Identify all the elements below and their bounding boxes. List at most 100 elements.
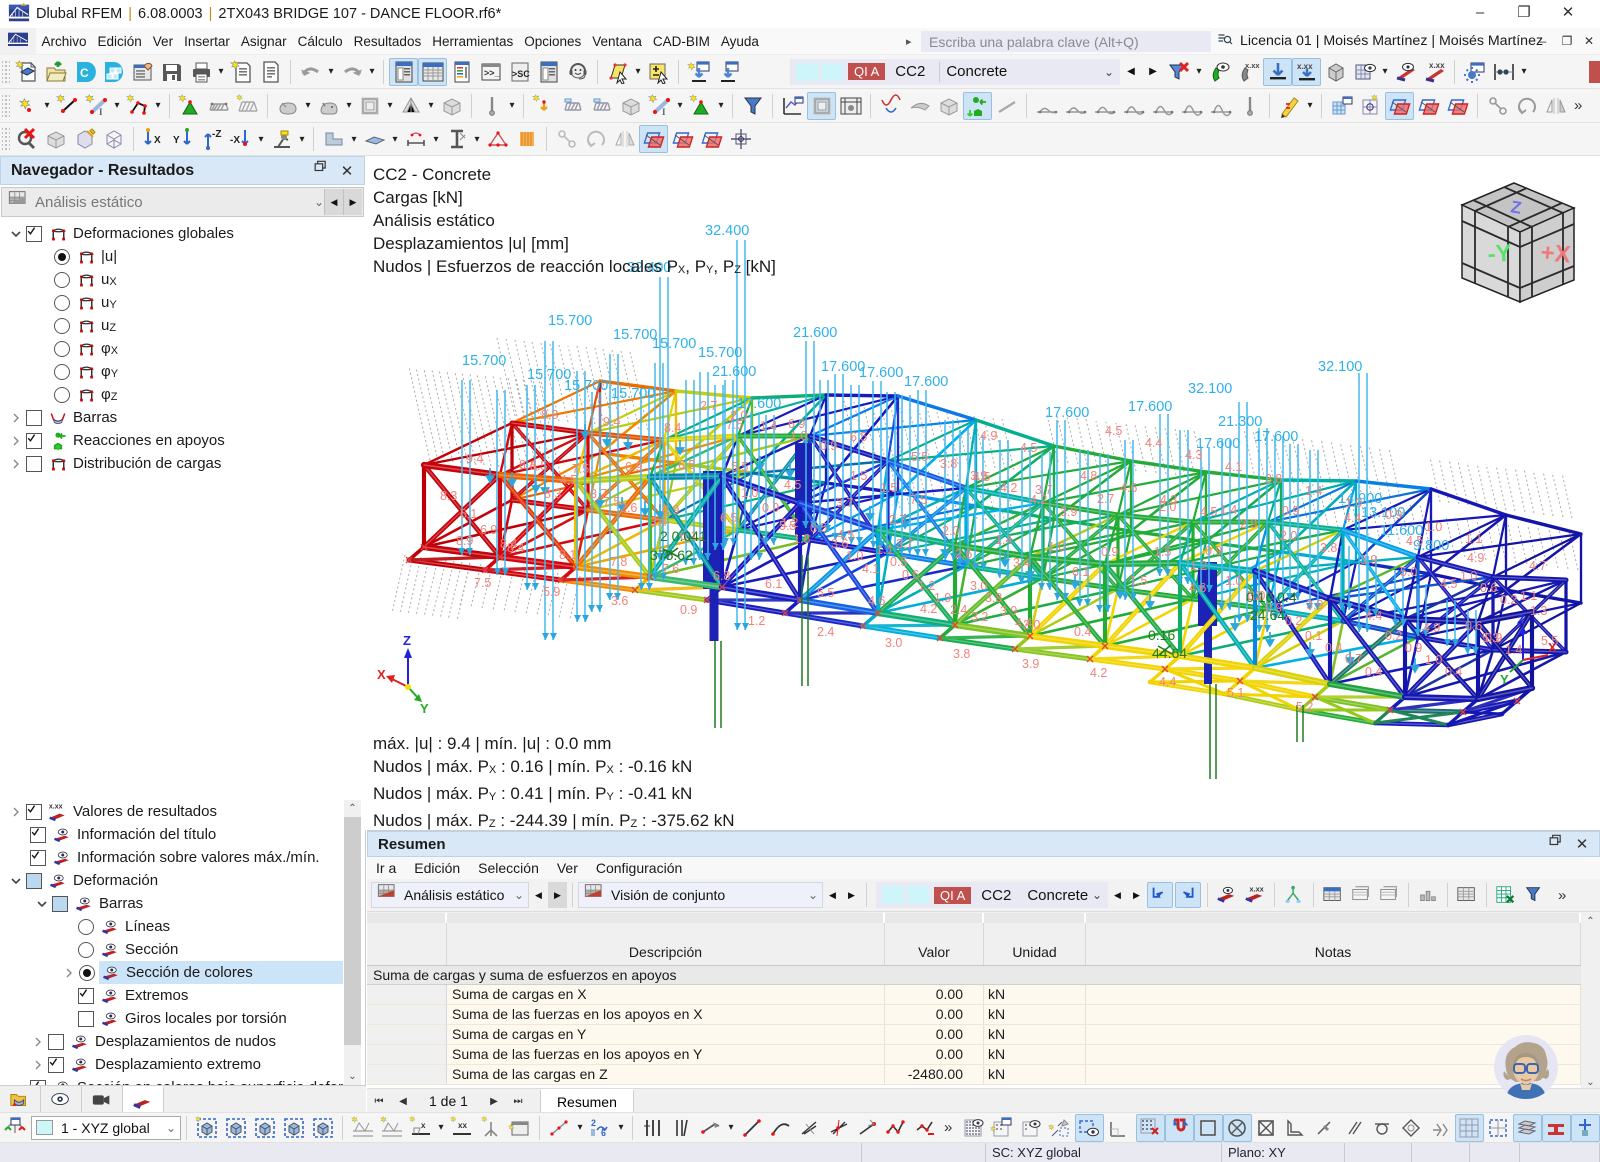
svg-text:1.4: 1.4	[1220, 503, 1237, 517]
svg-text:0.9: 0.9	[820, 439, 837, 453]
svg-text:0.9: 0.9	[1101, 545, 1118, 559]
svg-text:24.64: 24.64	[1250, 607, 1285, 623]
svg-text:0.9: 0.9	[1485, 631, 1502, 645]
svg-text:3.0: 3.0	[885, 636, 902, 650]
svg-text:1.0: 1.0	[1460, 569, 1477, 583]
svg-text:2.4: 2.4	[950, 603, 967, 617]
svg-text:1.4: 1.4	[1305, 484, 1322, 498]
svg-text:3.4: 3.4	[650, 515, 667, 529]
svg-text:6.8: 6.8	[713, 569, 730, 583]
svg-text:8.3: 8.3	[544, 487, 561, 501]
svg-text:0.2: 0.2	[1385, 629, 1402, 643]
svg-text:0.7: 0.7	[1345, 652, 1362, 666]
svg-text:4.5: 4.5	[784, 478, 801, 492]
svg-text:0.6: 0.6	[1465, 619, 1482, 633]
svg-text:1.1: 1.1	[1465, 532, 1482, 546]
svg-text:4.4: 4.4	[1365, 609, 1382, 623]
svg-text:5.5: 5.5	[911, 450, 928, 464]
svg-text:Y: Y	[1500, 672, 1509, 687]
svg-text:>SC: >SC	[512, 69, 530, 79]
svg-text:4.2: 4.2	[1090, 666, 1107, 680]
svg-text:7.8: 7.8	[610, 555, 627, 569]
svg-text:4.6: 4.6	[868, 594, 885, 608]
svg-text:21.600: 21.600	[793, 325, 837, 341]
svg-text:1.5: 1.5	[850, 469, 867, 483]
svg-text:3.8: 3.8	[985, 591, 1002, 605]
svg-text:0.9: 0.9	[1405, 641, 1422, 655]
svg-text:8.4: 8.4	[664, 421, 681, 435]
svg-text:4.4: 4.4	[1159, 675, 1176, 689]
svg-text:15.700: 15.700	[564, 378, 608, 394]
svg-text:2.7: 2.7	[1097, 492, 1114, 506]
svg-text:0.9: 0.9	[762, 501, 779, 515]
svg-text:375.62: 375.62	[650, 547, 693, 563]
svg-text:6.5: 6.5	[720, 511, 737, 525]
svg-text:5.0: 5.0	[1400, 565, 1417, 579]
svg-text:5.5: 5.5	[817, 586, 834, 600]
svg-text:21.300: 21.300	[1218, 414, 1262, 430]
svg-text:5.5: 5.5	[530, 459, 547, 473]
svg-text:0.2: 0.2	[1285, 614, 1302, 628]
svg-text:0.16 0.4: 0.16 0.4	[1246, 589, 1297, 605]
svg-text:3.4: 3.4	[1013, 556, 1030, 570]
svg-text:0.9: 0.9	[1385, 508, 1402, 522]
svg-text:5.1: 5.1	[1227, 686, 1244, 700]
svg-text:-Y: -Y	[1487, 240, 1512, 268]
svg-text:4.4: 4.4	[1015, 616, 1032, 630]
svg-text:4.6: 4.6	[1189, 581, 1206, 595]
svg-text:17.600: 17.600	[859, 365, 903, 381]
svg-text:4.2: 4.2	[1030, 493, 1047, 507]
svg-text:x.xx: x.xx	[1429, 61, 1445, 70]
svg-text:4.9: 4.9	[1467, 551, 1484, 565]
svg-text:2.7: 2.7	[700, 399, 717, 413]
svg-text:3.6: 3.6	[611, 594, 628, 608]
svg-text:4.5: 4.5	[1105, 424, 1122, 438]
svg-text:9.4: 9.4	[603, 415, 620, 429]
svg-text:4.5: 4.5	[1440, 577, 1457, 591]
svg-text:3.8: 3.8	[953, 647, 970, 661]
svg-text:1.0: 1.0	[1345, 496, 1362, 510]
svg-text:4.7: 4.7	[1529, 559, 1546, 573]
svg-text:2 0.041: 2 0.041	[660, 528, 707, 544]
svg-text:1.3: 1.3	[1530, 604, 1547, 618]
svg-text:1.2: 1.2	[918, 579, 935, 593]
svg-text:-X: -X	[230, 135, 240, 146]
svg-text:0.6: 0.6	[902, 568, 919, 582]
svg-text:1.0: 1.0	[1425, 520, 1442, 534]
svg-text:4.4: 4.4	[1344, 511, 1361, 525]
svg-text:0.4: 0.4	[1365, 665, 1382, 679]
svg-text:1.0: 1.0	[1225, 574, 1242, 588]
svg-text:4.5: 4.5	[560, 473, 577, 487]
svg-text:0.1: 0.1	[1305, 629, 1322, 643]
svg-text:2.9: 2.9	[1240, 517, 1257, 531]
svg-text:2.7: 2.7	[889, 513, 906, 527]
svg-text:1.4: 1.4	[995, 533, 1012, 547]
svg-text:3.8: 3.8	[940, 457, 957, 471]
svg-text:1.0: 1.0	[846, 549, 863, 563]
svg-text:17.600: 17.600	[1128, 399, 1172, 415]
svg-text:4.1: 4.1	[1225, 460, 1242, 474]
svg-text:8.4: 8.4	[500, 537, 517, 551]
svg-text:1.5: 1.5	[880, 481, 897, 495]
svg-text:x.xx: x.xx	[1297, 62, 1313, 71]
svg-text:8.1: 8.1	[559, 548, 576, 562]
svg-text:9.4: 9.4	[466, 452, 483, 466]
svg-text:6.5: 6.5	[850, 430, 867, 444]
svg-text:3.7: 3.7	[836, 496, 853, 510]
svg-text:4.6: 4.6	[1120, 481, 1137, 495]
svg-text:2.0: 2.0	[942, 524, 959, 538]
svg-text:4.4: 4.4	[1145, 436, 1162, 450]
svg-text:3.8: 3.8	[1265, 472, 1282, 486]
svg-text:1.0: 1.0	[790, 429, 807, 443]
svg-text:6.5: 6.5	[678, 458, 695, 472]
svg-text:3.9: 3.9	[1060, 505, 1077, 519]
svg-text:4.3: 4.3	[1160, 493, 1177, 507]
svg-text:3.2: 3.2	[971, 610, 988, 624]
svg-text:3.7: 3.7	[896, 537, 913, 551]
svg-text:1.2: 1.2	[748, 614, 765, 628]
svg-text:15.700: 15.700	[462, 353, 506, 369]
svg-text:X: X	[377, 667, 386, 682]
svg-text:7.6: 7.6	[662, 562, 679, 576]
svg-text:15.700: 15.700	[613, 327, 657, 343]
svg-text:x.xx: x.xx	[49, 802, 63, 810]
